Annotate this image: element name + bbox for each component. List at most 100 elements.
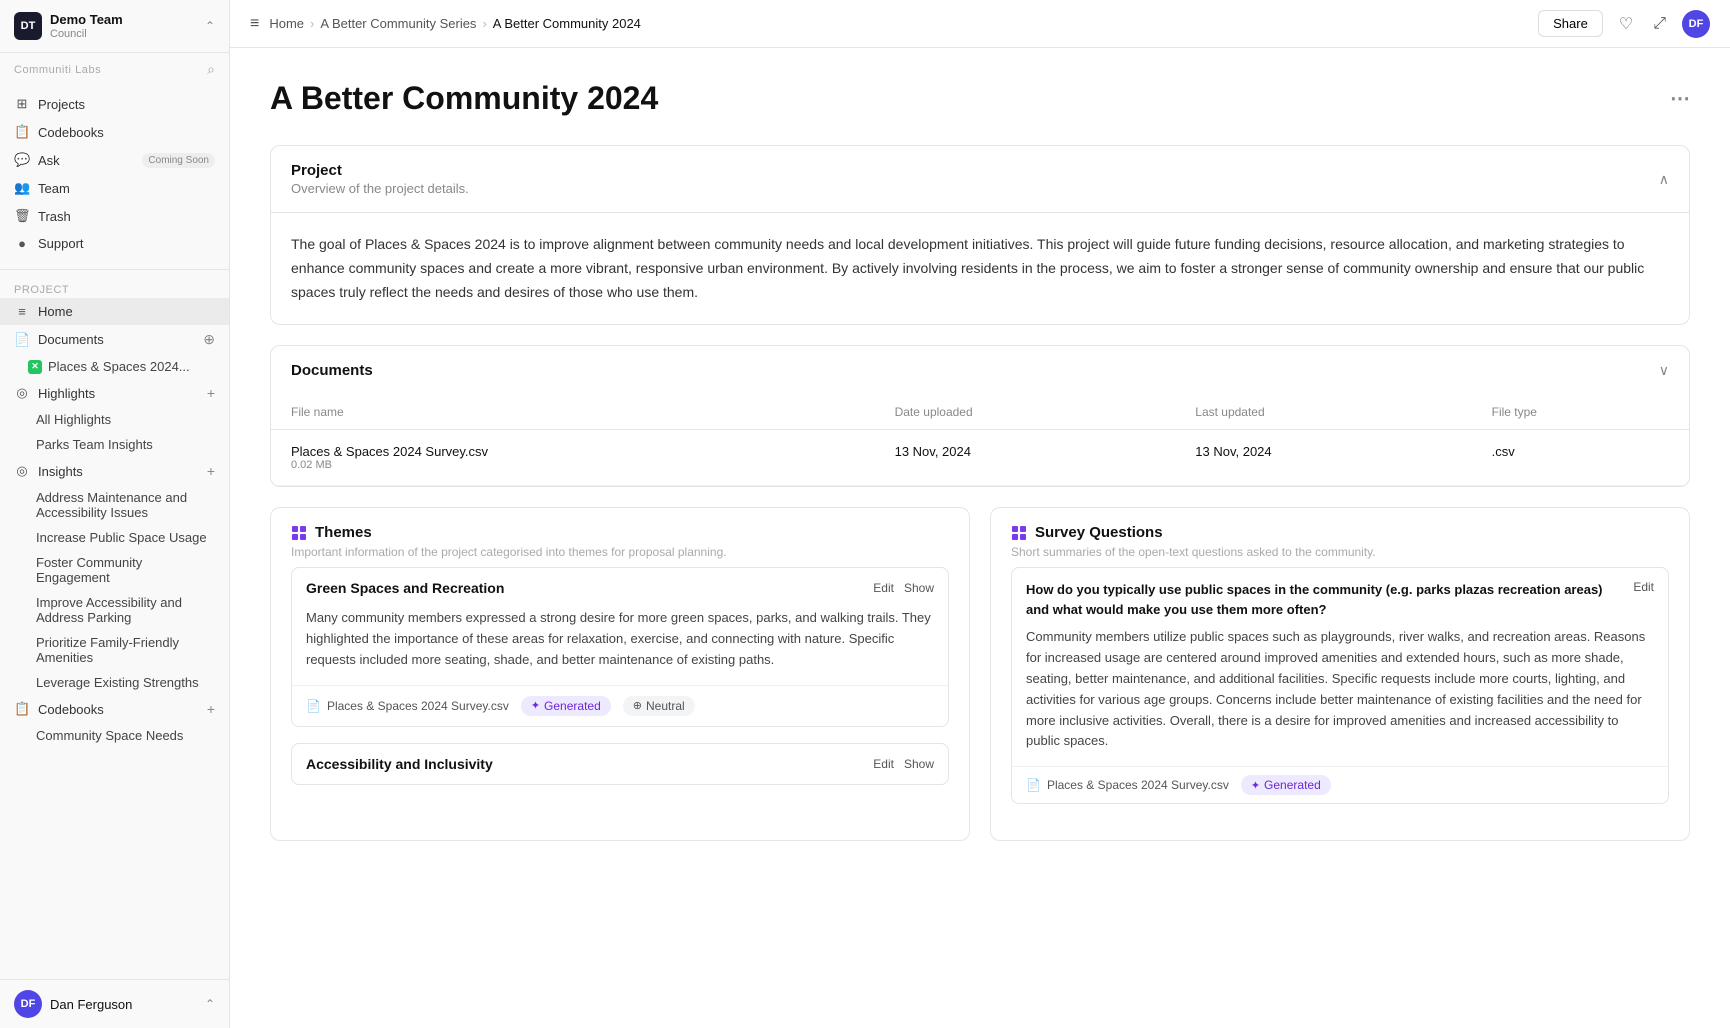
sidebar-item-support[interactable]: ● Support [0, 230, 229, 257]
sidebar-item-ask[interactable]: 💬 Ask Coming Soon [0, 146, 229, 174]
sidebar-item-insights[interactable]: ◎ Insights + [0, 457, 229, 485]
search-icon[interactable]: ⌕ [207, 61, 215, 78]
sidebar-community-space-needs[interactable]: Community Space Needs [0, 723, 229, 748]
survey-file-ref-0: 📄 Places & Spaces 2024 Survey.csv [1026, 778, 1229, 792]
col-last-updated: Last updated [1175, 395, 1471, 430]
trash-icon: 🗑 [14, 208, 30, 224]
highlights-add-icon[interactable]: + [207, 385, 215, 401]
sidebar-item-documents[interactable]: 📄 Documents ⊕ [0, 325, 229, 354]
doc-date-uploaded: 13 Nov, 2024 [875, 430, 1176, 486]
sidebar-item-team[interactable]: 👥 Team [0, 174, 229, 202]
theme-edit-button-1[interactable]: Edit [873, 757, 894, 771]
documents-table: File name Date uploaded Last updated Fil… [271, 395, 1689, 486]
sidebar-brand: DT Demo Team Council [14, 12, 123, 40]
survey-card-body: How do you typically use public spaces i… [991, 567, 1689, 840]
all-highlights-label: All Highlights [36, 412, 111, 427]
documents-card-header[interactable]: Documents ∨ [271, 346, 1689, 395]
brand-sub: Council [50, 28, 123, 40]
support-icon: ● [14, 236, 30, 251]
sidebar-highlights-label: Highlights [38, 386, 95, 401]
doc-filename: Places & Spaces 2024 Survey.csv [291, 444, 855, 459]
themes-card: Themes Important information of the proj… [270, 507, 970, 841]
breadcrumb-sep-2: › [482, 16, 486, 31]
sidebar-item-codebooks[interactable]: 📋 Codebooks [0, 118, 229, 146]
breadcrumb-series[interactable]: A Better Community Series [320, 16, 476, 31]
sidebar-divider [0, 269, 229, 270]
expand-icon[interactable]: ⤢ [1649, 11, 1670, 37]
sidebar-item-codebooks-label: Codebooks [38, 125, 104, 140]
sidebar-item-places-spaces[interactable]: ✕ Places & Spaces 2024... [0, 354, 229, 379]
sidebar-insight-2[interactable]: Foster Community Engagement [0, 550, 229, 590]
topbar-actions: Share ♡ ⤢ DF [1538, 10, 1710, 38]
breadcrumb-home[interactable]: Home [269, 16, 304, 31]
highlights-icon: ◎ [14, 385, 30, 401]
insight-2-label: Foster Community Engagement [36, 555, 215, 585]
sidebar-item-parks-team-insights[interactable]: Parks Team Insights [0, 432, 229, 457]
sidebar-home-label: Home [38, 304, 73, 319]
project-card-title: Project [291, 162, 469, 179]
sidebar-insight-5[interactable]: Leverage Existing Strengths [0, 670, 229, 695]
ask-icon: 💬 [14, 152, 30, 168]
sidebar-item-highlights[interactable]: ◎ Highlights + [0, 379, 229, 407]
project-card-chevron-icon: ∧ [1659, 171, 1669, 188]
hamburger-icon[interactable]: ≡ [250, 15, 259, 33]
team-icon: 👥 [14, 180, 30, 196]
topbar-avatar: DF [1682, 10, 1710, 38]
documents-icon: 📄 [14, 332, 30, 348]
documents-add-icon[interactable]: ⊕ [203, 331, 215, 348]
insight-5-label: Leverage Existing Strengths [36, 675, 199, 690]
sidebar-item-ask-label: Ask [38, 153, 60, 168]
project-card-body: The goal of Places & Spaces 2024 is to i… [271, 212, 1689, 324]
theme-item-0-title: Green Spaces and Recreation [306, 580, 504, 596]
file-icon-survey: 📄 [1026, 778, 1041, 792]
sidebar-item-projects-label: Projects [38, 97, 85, 112]
sidebar-insight-1[interactable]: Increase Public Space Usage [0, 525, 229, 550]
workspace-label: Communiti Labs [14, 64, 101, 76]
community-space-needs-label: Community Space Needs [36, 728, 183, 743]
survey-item-0-body: Community members utilize public spaces … [1012, 619, 1668, 766]
insight-4-label: Prioritize Family-Friendly Amenities [36, 635, 215, 665]
survey-item-0-footer: 📄 Places & Spaces 2024 Survey.csv ✦ Gene… [1012, 766, 1668, 803]
codebooks-section-icon: 📋 [14, 701, 30, 717]
survey-card-title: Survey Questions [1011, 524, 1669, 541]
survey-badge-generated-0: ✦ Generated [1241, 775, 1331, 795]
codebooks-icon: 📋 [14, 124, 30, 140]
sidebar-item-all-highlights[interactable]: All Highlights [0, 407, 229, 432]
page-more-icon[interactable]: ⋯ [1670, 86, 1690, 111]
doc-file-type: .csv [1472, 430, 1689, 486]
theme-item-1-header: Accessibility and Inclusivity Edit Show [292, 744, 948, 784]
sidebar-insight-0[interactable]: Address Maintenance and Accessibility Is… [0, 485, 229, 525]
insight-1-label: Increase Public Space Usage [36, 530, 207, 545]
theme-file-ref-0: 📄 Places & Spaces 2024 Survey.csv [306, 699, 509, 713]
codebooks-add-icon[interactable]: + [207, 701, 215, 717]
survey-item-0: How do you typically use public spaces i… [1011, 567, 1669, 804]
insights-add-icon[interactable]: + [207, 463, 215, 479]
share-button[interactable]: Share [1538, 10, 1603, 37]
brand-name: Demo Team [50, 12, 123, 28]
sidebar-item-team-label: Team [38, 181, 70, 196]
topbar: ≡ Home › A Better Community Series › A B… [230, 0, 1730, 48]
page-title: A Better Community 2024 [270, 80, 658, 117]
sidebar: DT Demo Team Council ⌃ Communiti Labs ⌕ … [0, 0, 230, 1028]
sidebar-insight-4[interactable]: Prioritize Family-Friendly Amenities [0, 630, 229, 670]
heart-icon[interactable]: ♡ [1615, 10, 1637, 38]
survey-edit-button-0[interactable]: Edit [1633, 580, 1654, 594]
theme-edit-button-0[interactable]: Edit [873, 581, 894, 595]
file-icon: 📄 [306, 699, 321, 713]
page-title-row: A Better Community 2024 ⋯ [270, 80, 1690, 117]
projects-icon: ⊞ [14, 96, 30, 112]
survey-card-subtitle: Short summaries of the open-text questio… [1011, 545, 1669, 559]
sidebar-item-codebooks-section[interactable]: 📋 Codebooks + [0, 695, 229, 723]
sidebar-item-projects[interactable]: ⊞ Projects [0, 90, 229, 118]
sidebar-item-home[interactable]: ≡ Home [0, 298, 229, 325]
brand-chevron-icon[interactable]: ⌃ [205, 19, 215, 33]
user-info: DF Dan Ferguson [14, 990, 132, 1018]
theme-show-button-0[interactable]: Show [904, 581, 934, 595]
project-card-header[interactable]: Project Overview of the project details.… [271, 146, 1689, 212]
theme-show-button-1[interactable]: Show [904, 757, 934, 771]
documents-table-container: File name Date uploaded Last updated Fil… [271, 395, 1689, 486]
sidebar-insight-3[interactable]: Improve Accessibility and Address Parkin… [0, 590, 229, 630]
survey-item-0-header: How do you typically use public spaces i… [1012, 568, 1668, 619]
sidebar-footer[interactable]: DF Dan Ferguson ⌃ [0, 979, 229, 1028]
sidebar-item-trash[interactable]: 🗑 Trash [0, 202, 229, 230]
